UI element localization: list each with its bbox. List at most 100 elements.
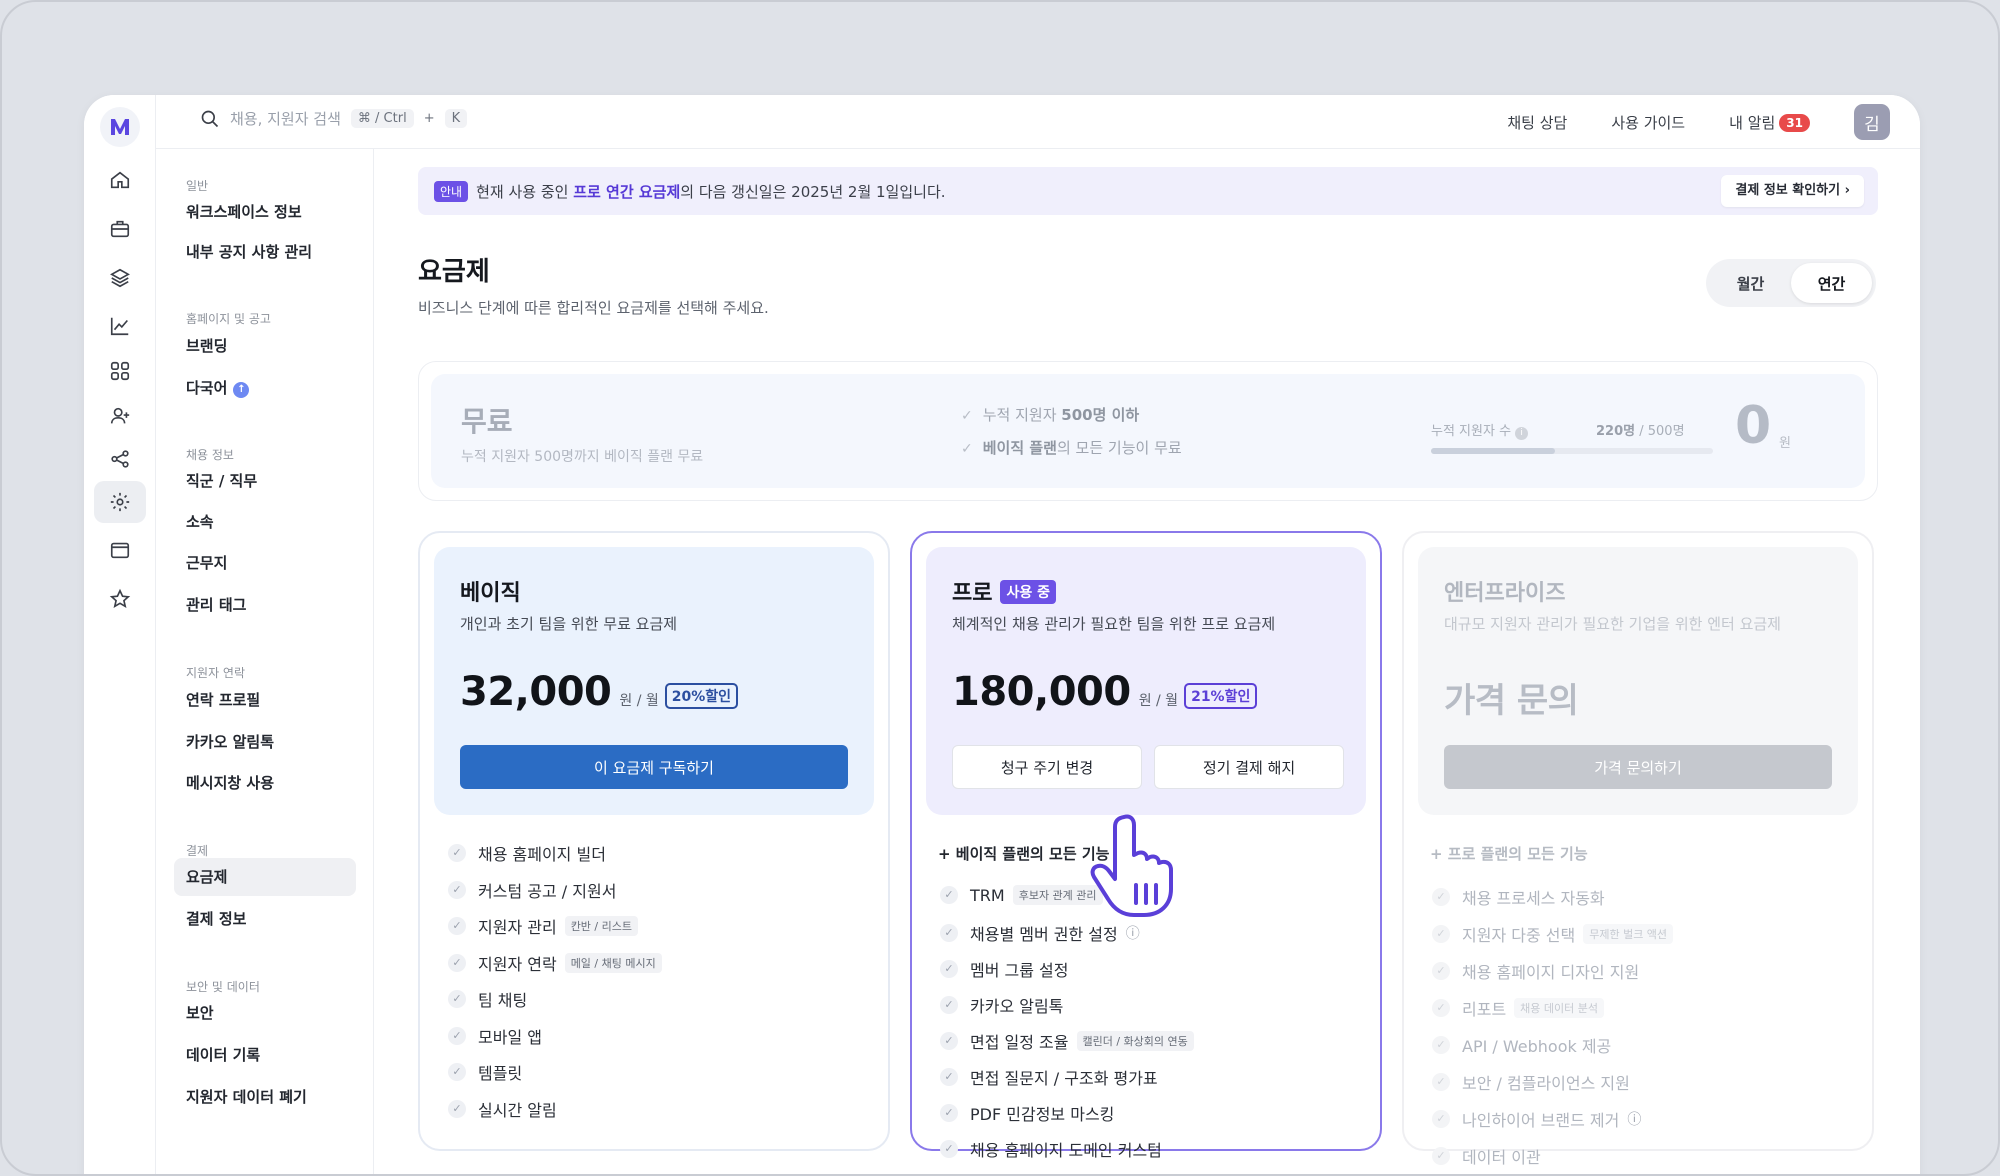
free-plan-desc: 누적 지원자 500명까지 베이직 플랜 무료	[461, 449, 704, 465]
applicant-count-label: 누적 지원자 수 i	[1431, 420, 1529, 440]
sidebar-item-job-groups[interactable]: 직군 / 직무	[174, 462, 356, 500]
feature-label: 멤버 그룹 설정	[970, 961, 1069, 980]
change-billing-cycle-button[interactable]: 청구 주기 변경	[952, 745, 1142, 789]
sidebar-section-contact: 지원자 연락	[186, 666, 246, 680]
feature-label: 나인하이어 브랜드 제거	[1462, 1111, 1620, 1130]
basic-plan-price: 32,000 원 / 월 20%할인	[460, 669, 739, 715]
feature-label: 리포트	[1462, 1000, 1507, 1019]
usage-guide-link[interactable]: 사용 가이드	[1611, 112, 1685, 133]
toggle-monthly[interactable]: 월간	[1710, 263, 1791, 303]
search-bar[interactable]: 채용, 지원자 검색 ⌘ / Ctrl + K	[200, 108, 468, 129]
check-icon: ✓	[448, 953, 466, 972]
feature-tag: 메일 / 채팅 메시지	[564, 952, 662, 973]
basic-price-unit: 원 / 월	[619, 693, 659, 709]
chart-icon[interactable]	[94, 305, 146, 347]
feature-item: ✓ 채용 홈페이지 도메인 커스텀	[940, 1137, 1162, 1161]
sidebar-item-security[interactable]: 보안	[174, 994, 356, 1032]
feature-label: 지원자 다중 선택	[1462, 926, 1576, 945]
toggle-yearly[interactable]: 연간	[1791, 263, 1872, 303]
check-billing-button[interactable]: 결제 정보 확인하기 ›	[1721, 175, 1864, 207]
sidebar-item-contact-profile[interactable]: 연락 프로필	[174, 681, 356, 719]
pro-plan-price: 180,000 원 / 월 21%할인	[952, 669, 1258, 715]
sidebar-item-workplace[interactable]: 근무지	[174, 544, 356, 582]
notice-tag: 안내	[434, 180, 469, 202]
avatar[interactable]: 김	[1854, 104, 1890, 140]
star-icon[interactable]	[94, 578, 146, 620]
free-check-2-bold: 베이직 플랜	[982, 439, 1057, 457]
info-icon: i	[1515, 427, 1529, 440]
icon-rail	[84, 95, 156, 1174]
enterprise-plan-name: 엔터프라이즈	[1444, 581, 1566, 606]
sidebar-item-multilanguage[interactable]: 다국어 ↑	[174, 369, 356, 407]
screen-frame: 채용, 지원자 검색 ⌘ / Ctrl + K 채팅 상담 사용 가이드 내 알…	[0, 0, 2000, 1176]
sidebar-item-manage-tags[interactable]: 관리 태그	[174, 586, 356, 624]
feature-tag: 무제한 벌크 액션	[1583, 924, 1674, 944]
applicant-count-text: 누적 지원자 수	[1431, 424, 1512, 439]
feature-item: ✓ 템플릿	[448, 1060, 522, 1084]
check-icon: ✓	[1432, 1147, 1450, 1165]
chat-support-link[interactable]: 채팅 상담	[1507, 112, 1567, 133]
gear-icon[interactable]	[94, 481, 146, 523]
feature-item: ✓ 채용 홈페이지 빌더	[448, 841, 606, 865]
sidebar-section-hiring-info: 채용 정보	[186, 448, 234, 462]
sidebar-item-data-log[interactable]: 데이터 기록	[174, 1036, 356, 1074]
subscribe-button[interactable]: 이 요금제 구독하기	[460, 745, 848, 789]
sidebar-item-message-window[interactable]: 메시지창 사용	[174, 764, 356, 802]
cancel-subscription-button[interactable]: 정기 결제 해지	[1154, 745, 1344, 789]
applicant-count-max: / 500명	[1639, 424, 1685, 439]
check-icon: ✓	[961, 441, 973, 457]
check-icon: ✓	[1432, 1110, 1450, 1128]
feature-item: ✓ 면접 질문지 / 구조화 평가표	[940, 1065, 1158, 1089]
pointer-hand-icon	[1090, 814, 1173, 917]
briefcase-icon[interactable]	[94, 208, 146, 250]
info-icon[interactable]: ⓘ	[1627, 1109, 1641, 1129]
share-icon[interactable]	[94, 438, 146, 480]
grid-icon[interactable]	[94, 350, 146, 392]
feature-label: 지원자 관리	[478, 918, 557, 937]
my-alerts-link[interactable]: 내 알림 31	[1729, 112, 1810, 133]
feature-item: ✓ 지원자 연락 메일 / 채팅 메시지	[448, 951, 662, 975]
search-input[interactable]: 채용, 지원자 검색	[230, 108, 341, 129]
top-bar: 채용, 지원자 검색 ⌘ / Ctrl + K 채팅 상담 사용 가이드 내 알…	[156, 95, 1920, 149]
sidebar-section-general: 일반	[186, 179, 209, 193]
feature-label: 커스텀 공고 / 지원서	[478, 881, 617, 901]
feature-item: ✓ 실시간 알림	[448, 1097, 557, 1121]
basic-plan-card: 베이직 개인과 초기 팀을 위한 무료 요금제 32,000 원 / 월 20%할인…	[418, 531, 890, 1151]
feature-label: 데이터 이관	[1462, 1148, 1541, 1167]
free-plan-price-unit: 원	[1779, 436, 1791, 451]
sidebar-item-workspace-info[interactable]: 워크스페이스 정보	[174, 193, 356, 231]
applicant-usage-bar	[1431, 448, 1713, 454]
sidebar-item-branding[interactable]: 브랜딩	[174, 327, 356, 365]
enterprise-plan-price: 가격 문의	[1444, 681, 1579, 721]
window-icon[interactable]	[94, 529, 146, 571]
pro-plan-name: 프로 사용 중	[952, 575, 1056, 607]
check-icon: ✓	[940, 960, 958, 978]
sidebar-item-affiliation[interactable]: 소속	[174, 503, 356, 541]
basic-discount-badge: 20%할인	[664, 683, 739, 709]
shortcut-key-modifier: ⌘ / Ctrl	[350, 109, 414, 128]
notice-prefix: 현재 사용 중인	[476, 182, 574, 201]
feature-item: ✓ 지원자 관리 칸반 / 리스트	[448, 914, 638, 938]
info-icon[interactable]: ⓘ	[1126, 923, 1140, 943]
sidebar-item-billing-info[interactable]: 결제 정보	[174, 900, 356, 938]
check-icon: ✓	[448, 917, 466, 935]
app-logo[interactable]	[100, 107, 140, 147]
pro-price-unit: 원 / 월	[1138, 693, 1179, 709]
home-icon[interactable]	[94, 159, 146, 201]
sidebar-item-kakao[interactable]: 카카오 알림톡	[174, 723, 356, 761]
free-plan-card: 무료 누적 지원자 500명까지 베이직 플랜 무료 ✓ 누적 지원자 500명 …	[418, 361, 1878, 501]
free-check-2: ✓ 베이직 플랜의 모든 기능이 무료	[961, 437, 1182, 458]
user-plus-icon[interactable]	[94, 395, 146, 437]
pro-plan-desc: 체계적인 채용 관리가 필요한 팀을 위한 프로 요금제	[952, 615, 1276, 633]
feature-item: ✓ 멤버 그룹 설정	[940, 957, 1069, 981]
feature-item: ✓ 카카오 알림톡	[940, 993, 1063, 1017]
free-check-1: ✓ 누적 지원자 500명 이하	[961, 404, 1139, 425]
contact-price-button[interactable]: 가격 문의하기	[1444, 745, 1832, 789]
layers-icon[interactable]	[94, 257, 146, 299]
sidebar-item-internal-notice[interactable]: 내부 공지 사항 관리	[174, 233, 356, 271]
my-alerts-label: 내 알림	[1729, 114, 1776, 132]
sidebar-item-data-disposal[interactable]: 지원자 데이터 폐기	[174, 1078, 356, 1116]
notice-plan-name: 프로 연간 요금제	[573, 182, 681, 201]
sidebar-item-plans[interactable]: 요금제	[174, 858, 356, 896]
free-plan-name: 무료	[461, 405, 513, 438]
